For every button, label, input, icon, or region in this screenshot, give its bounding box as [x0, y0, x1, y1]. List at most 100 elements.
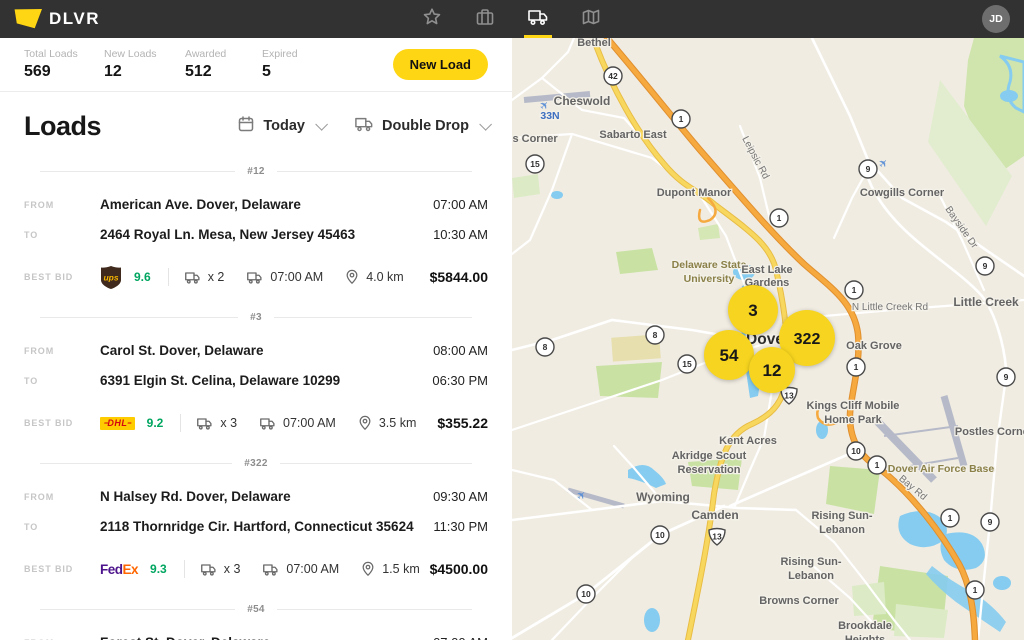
- date-filter-value: Today: [263, 118, 305, 134]
- best-bid-row: BEST BID --DHL-- 9.2 x 3 07:00 AM: [0, 410, 512, 436]
- map-label: Delaware State: [672, 259, 747, 271]
- from-address: Carol St. Dover, Delaware: [100, 343, 264, 358]
- from-row: FROM N Halsey Rd. Dover, Delaware 09:30 …: [0, 489, 512, 504]
- nav-favorites[interactable]: [405, 0, 458, 38]
- route-shield: 9: [976, 257, 994, 275]
- to-time: 06:30 PM: [432, 373, 488, 388]
- svg-text:ups: ups: [103, 272, 118, 282]
- from-row: FROM American Ave. Dover, Delaware 07:00…: [0, 197, 512, 212]
- route-shield: 1: [845, 281, 863, 299]
- stat-total-loads: Total Loads 569: [24, 48, 104, 81]
- divider: [168, 268, 169, 286]
- svg-text:15: 15: [682, 359, 692, 369]
- date-filter-dropdown[interactable]: Today: [237, 115, 324, 138]
- route-shield: 9: [997, 368, 1015, 386]
- map-label: es Corner: [512, 133, 558, 145]
- svg-text:1: 1: [973, 585, 978, 595]
- app-window: DLVR: [0, 0, 1024, 640]
- svg-text:9: 9: [1004, 372, 1009, 382]
- svg-text:322: 322: [794, 331, 821, 348]
- svg-text:13: 13: [712, 532, 722, 542]
- divider: [180, 414, 181, 432]
- route-shield: 1: [941, 509, 959, 527]
- route-shield: 1: [847, 358, 865, 376]
- svg-text:1: 1: [679, 114, 684, 124]
- svg-text:10: 10: [655, 530, 665, 540]
- route-shield: 1: [868, 456, 886, 474]
- load-card[interactable]: #322 FROM N Halsey Rd. Dover, Delaware 0…: [0, 456, 512, 582]
- divider: [184, 560, 185, 578]
- to-address: 2118 Thornridge Cir. Hartford, Connectic…: [100, 519, 414, 534]
- svg-text:8: 8: [543, 342, 548, 352]
- svg-text:9: 9: [988, 517, 993, 527]
- load-card[interactable]: #3 FROM Carol St. Dover, Delaware 08:00 …: [0, 310, 512, 436]
- to-time: 11:30 PM: [433, 519, 488, 534]
- start-time-metric: 07:00 AM: [259, 416, 336, 431]
- map-label: University: [684, 273, 735, 285]
- brand-logo[interactable]: DLVR: [0, 9, 100, 29]
- airport-icons-layer: ✈✈✈: [537, 98, 891, 503]
- map-label: Cheswold: [554, 94, 611, 108]
- svg-text:8: 8: [653, 330, 658, 340]
- svg-text:42: 42: [608, 71, 618, 81]
- top-bar: DLVR: [0, 0, 1024, 38]
- route-shield: 10: [577, 585, 595, 603]
- to-address: 6391 Elgin St. Celina, Delaware 10299: [100, 373, 340, 388]
- map-label: Browns Corner: [759, 595, 839, 607]
- distance-metric: 3.5 km: [358, 415, 417, 431]
- load-card[interactable]: #54 FROM Forest St. Dover, Delaware 07:0…: [0, 602, 512, 640]
- loads-panel: Total Loads 569 New Loads 12 Awarded 512…: [0, 38, 512, 640]
- to-row: TO 2118 Thornridge Cir. Hartford, Connec…: [0, 519, 512, 534]
- nav-loads[interactable]: [511, 0, 564, 38]
- map-canvas[interactable]: BethelCheswold33NSabarto Eastes CornerLe…: [512, 38, 1024, 640]
- route-shield: 10: [847, 442, 865, 460]
- map-label: Dupont Manor: [657, 187, 732, 199]
- map-label: Kings Cliff Mobile: [807, 400, 900, 412]
- carrier-rating: 9.6: [134, 270, 151, 284]
- map-label: Akridge Scout: [672, 450, 747, 462]
- svg-text:10: 10: [581, 589, 591, 599]
- nav-business[interactable]: [458, 0, 511, 38]
- svg-text:12: 12: [763, 361, 782, 380]
- type-filter-dropdown[interactable]: Double Drop: [354, 115, 488, 138]
- svg-text:1: 1: [948, 513, 953, 523]
- map-panel[interactable]: BethelCheswold33NSabarto Eastes CornerLe…: [512, 38, 1024, 640]
- nav-map[interactable]: [564, 0, 617, 38]
- map-label: East Lake: [741, 264, 792, 276]
- map-label: Home Park: [824, 414, 882, 426]
- new-load-button[interactable]: New Load: [393, 49, 488, 80]
- stat-expired: Expired 5: [262, 48, 332, 81]
- svg-text:15: 15: [530, 159, 540, 169]
- user-avatar[interactable]: JD: [982, 5, 1010, 33]
- route-shield: 1: [770, 209, 788, 227]
- bid-price: $355.22: [437, 415, 488, 431]
- load-card[interactable]: #12 FROM American Ave. Dover, Delaware 0…: [0, 164, 512, 290]
- map-label: Brookdale: [838, 620, 892, 632]
- from-time: 08:00 AM: [433, 343, 488, 358]
- load-id: #12: [247, 166, 265, 177]
- from-address: American Ave. Dover, Delaware: [100, 197, 301, 212]
- svg-text:1: 1: [875, 460, 880, 470]
- load-cluster-marker[interactable]: 12: [749, 347, 795, 393]
- from-row: FROM Forest St. Dover, Delaware 07:00 AM: [0, 635, 512, 640]
- map-label: Cowgills Corner: [860, 187, 945, 199]
- brand-mark-icon: [14, 9, 42, 29]
- svg-text:10: 10: [851, 446, 861, 456]
- route-shield: 15: [526, 155, 544, 173]
- from-time: 07:00 AM: [433, 635, 488, 640]
- load-cluster-marker[interactable]: 3: [728, 285, 778, 335]
- type-filter-value: Double Drop: [382, 118, 469, 134]
- map-icon: [581, 7, 601, 32]
- from-time: 09:30 AM: [433, 489, 488, 504]
- us-route-shield: 13: [709, 529, 725, 546]
- svg-text:3: 3: [748, 301, 757, 320]
- truck-count-metric: x 3: [200, 562, 241, 577]
- map-label: Rising Sun-: [811, 510, 872, 522]
- to-row: TO 6391 Elgin St. Celina, Delaware 10299…: [0, 373, 512, 388]
- load-cluster-marker[interactable]: 54: [704, 330, 754, 380]
- svg-text:1: 1: [777, 213, 782, 223]
- route-shield: 9: [981, 513, 999, 531]
- best-bid-row: BEST BID FedEx 9.3 x 3 07:00 AM: [0, 556, 512, 582]
- truck-count-metric: x 3: [196, 416, 237, 431]
- distance-metric: 4.0 km: [345, 269, 404, 285]
